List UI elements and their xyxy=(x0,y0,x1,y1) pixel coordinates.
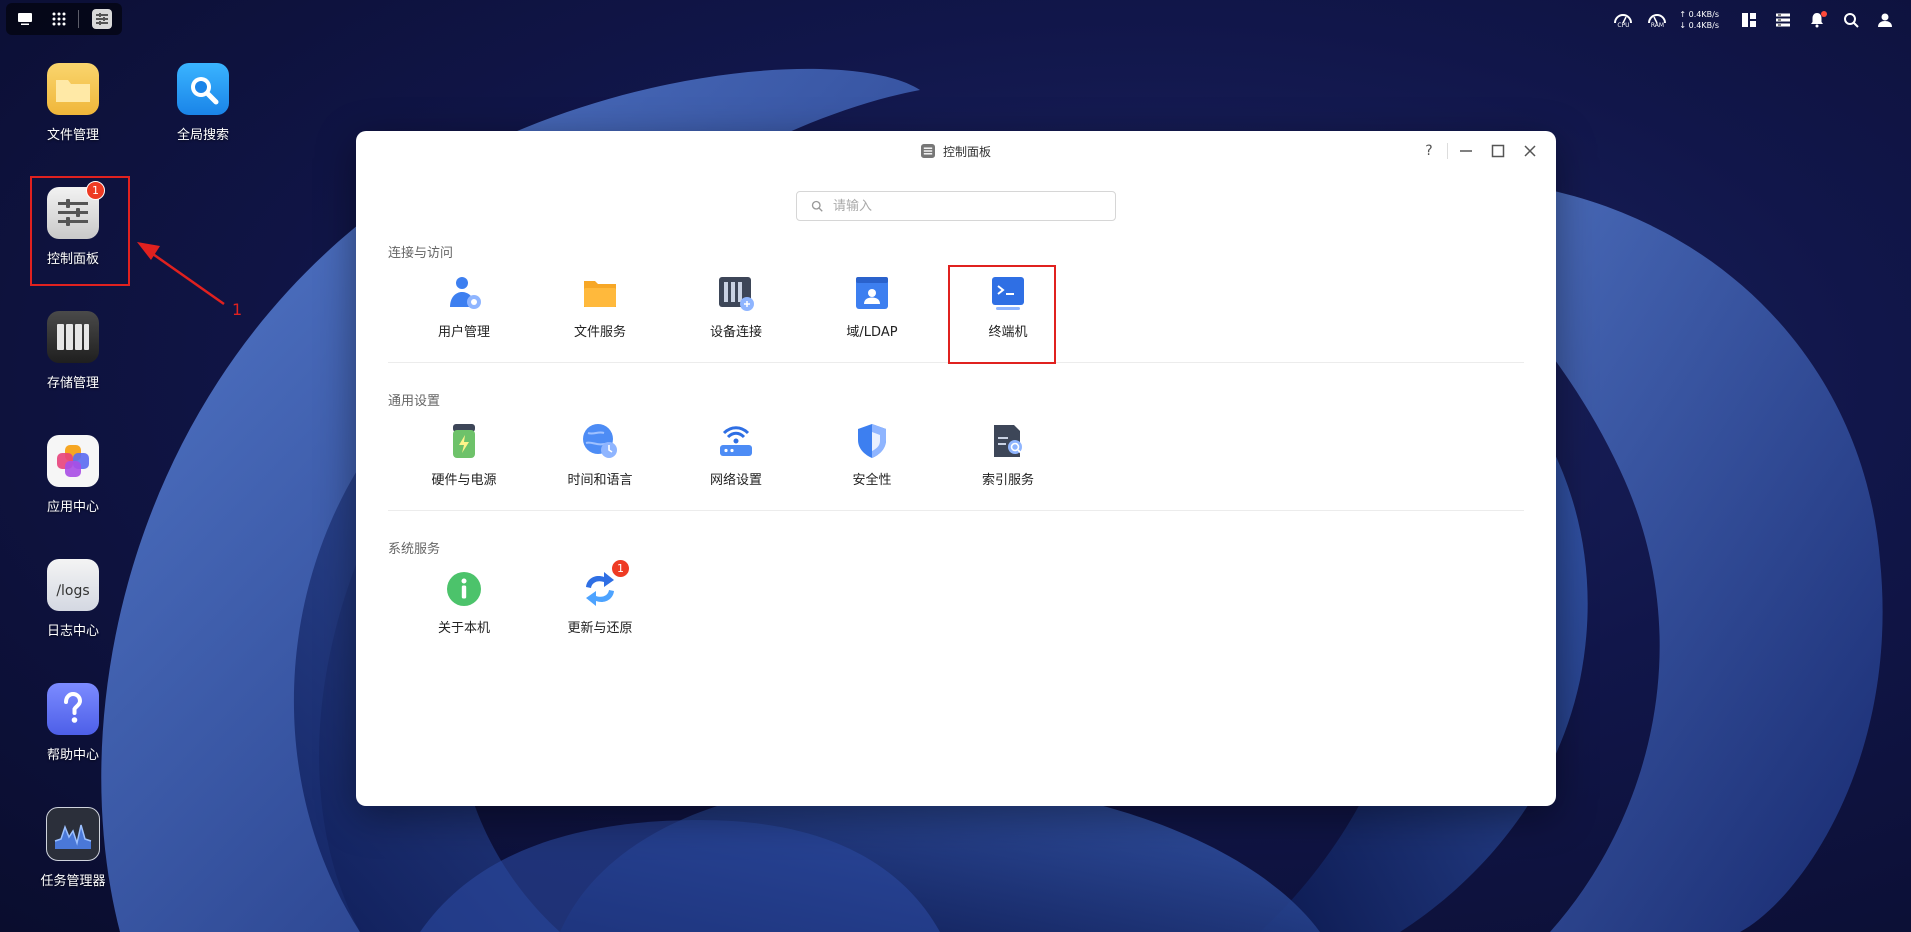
hardware-power-icon xyxy=(444,421,484,461)
item-label: 关于本机 xyxy=(437,621,490,636)
item-label: 硬件与电源 xyxy=(431,473,497,488)
item-label: 域/LDAP xyxy=(846,325,898,340)
minimize-icon xyxy=(1460,150,1472,152)
item-about[interactable]: 关于本机 xyxy=(396,569,532,636)
item-label: 网络设置 xyxy=(709,473,762,488)
item-security[interactable]: 安全性 xyxy=(804,421,940,488)
window-title-text: 控制面板 xyxy=(942,144,991,159)
item-time-language[interactable]: 时间和语言 xyxy=(532,421,668,488)
item-label: 更新与还原 xyxy=(567,621,633,636)
window-controls: ? xyxy=(1413,137,1546,165)
close-icon xyxy=(1524,145,1536,157)
settings-search-box xyxy=(796,191,1116,221)
time-language-icon xyxy=(580,421,620,461)
help-button[interactable]: ? xyxy=(1413,137,1445,165)
shield-icon xyxy=(852,421,892,461)
domain-ldap-icon xyxy=(852,273,892,313)
window-titlebar[interactable]: 控制面板 ? xyxy=(356,131,1556,171)
update-badge: 1 xyxy=(611,559,630,578)
settings-search-input[interactable] xyxy=(831,197,1115,215)
item-label: 索引服务 xyxy=(981,473,1034,488)
item-file-services[interactable]: 文件服务 xyxy=(532,273,668,340)
item-domain-ldap[interactable]: 域/LDAP xyxy=(804,273,940,340)
section-title-general: 通用设置 xyxy=(388,394,441,409)
device-connection-icon xyxy=(716,273,756,313)
index-service-icon xyxy=(988,421,1028,461)
control-panel-icon xyxy=(920,144,935,158)
search-icon xyxy=(811,200,823,212)
item-label: 用户管理 xyxy=(437,325,490,340)
control-panel-window: 控制面板 ? 连接与访问 xyxy=(356,131,1556,806)
maximize-button[interactable] xyxy=(1482,137,1514,165)
item-user-management[interactable]: 用户管理 xyxy=(396,273,532,340)
section-general-items: 硬件与电源 时间和语言 网络设置 安全性 索引服务 xyxy=(396,421,1076,488)
controls-separator xyxy=(1447,143,1448,159)
update-restore-icon: 1 xyxy=(580,559,630,609)
file-services-icon xyxy=(580,273,620,313)
item-label: 文件服务 xyxy=(573,325,626,340)
item-label: 设备连接 xyxy=(709,325,762,340)
item-network-settings[interactable]: 网络设置 xyxy=(668,421,804,488)
network-settings-icon xyxy=(716,421,756,461)
item-label: 时间和语言 xyxy=(567,473,633,488)
maximize-icon xyxy=(1491,144,1505,158)
section-title-connection: 连接与访问 xyxy=(388,246,454,261)
window-title: 控制面板 xyxy=(920,143,991,160)
annotation-number-1: 1 xyxy=(232,300,243,319)
section-divider xyxy=(388,510,1524,511)
close-button[interactable] xyxy=(1514,137,1546,165)
item-update-restore[interactable]: 1 更新与还原 xyxy=(532,559,668,636)
section-system-items: 关于本机 1 更新与还原 xyxy=(396,559,668,636)
item-hardware-power[interactable]: 硬件与电源 xyxy=(396,421,532,488)
highlight-box-terminal xyxy=(948,265,1056,364)
help-icon: ? xyxy=(1425,143,1433,159)
item-label: 安全性 xyxy=(852,473,892,488)
info-icon xyxy=(444,569,484,609)
section-title-system: 系统服务 xyxy=(388,542,441,557)
minimize-button[interactable] xyxy=(1450,137,1482,165)
item-index-service[interactable]: 索引服务 xyxy=(940,421,1076,488)
user-management-icon xyxy=(444,273,484,313)
item-device-connection[interactable]: 设备连接 xyxy=(668,273,804,340)
